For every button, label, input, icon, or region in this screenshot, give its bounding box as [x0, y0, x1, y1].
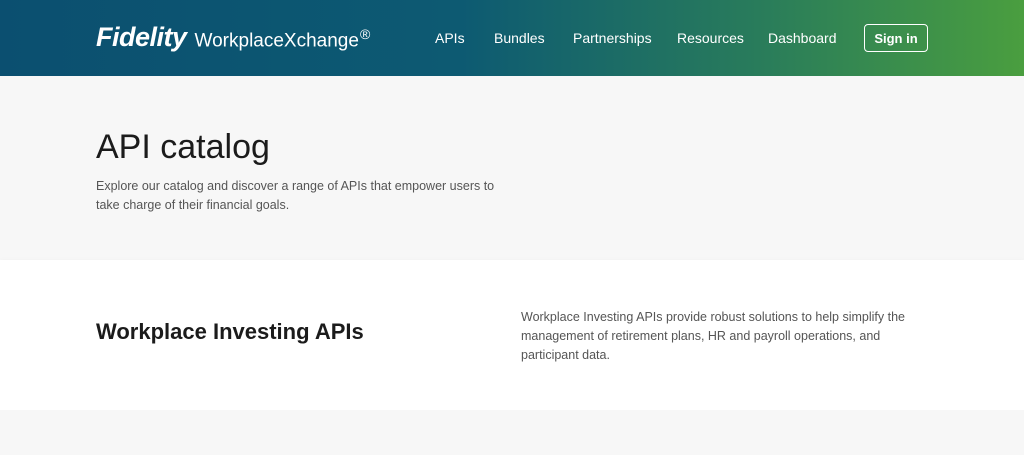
nav-bundles[interactable]: Bundles — [494, 30, 545, 46]
hero-section: API catalog Explore our catalog and disc… — [0, 76, 1024, 260]
page-description: Explore our catalog and discover a range… — [96, 179, 495, 212]
section-title: Workplace Investing APIs — [96, 319, 364, 344]
nav-dashboard[interactable]: Dashboard — [768, 30, 837, 46]
sign-in-button[interactable]: Sign in — [864, 24, 928, 52]
nav-partnerships[interactable]: Partnerships — [573, 30, 652, 46]
page-background — [0, 410, 1024, 455]
site-header: Fidelity WorkplaceXchange® APIs Bundles … — [0, 0, 1024, 76]
page-title: API catalog — [96, 128, 270, 166]
section-description: Workplace Investing APIs provide robust … — [521, 310, 905, 362]
logo-brand: Fidelity — [96, 22, 187, 52]
logo-product-name: WorkplaceXchange® — [194, 25, 371, 51]
registered-mark: ® — [359, 25, 371, 42]
nav-resources[interactable]: Resources — [677, 30, 744, 46]
workplace-investing-section[interactable]: Workplace Investing APIs Workplace Inves… — [0, 260, 1024, 410]
fidelity-logo[interactable]: Fidelity WorkplaceXchange® — [96, 22, 370, 53]
nav-apis[interactable]: APIs — [435, 30, 465, 46]
